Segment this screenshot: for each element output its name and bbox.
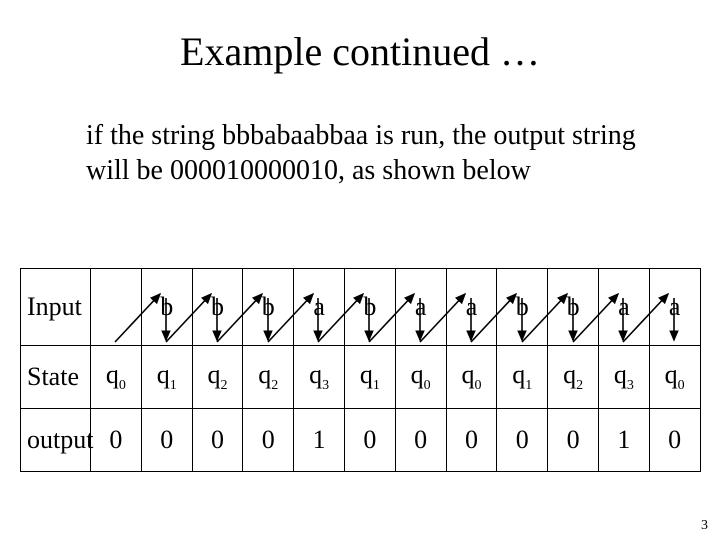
cell-state-4: q3 bbox=[294, 346, 345, 409]
slide-body-text: if the string bbbabaabbaa is run, the ou… bbox=[86, 118, 646, 188]
page-number: 3 bbox=[701, 518, 708, 534]
cell-output-2: 0 bbox=[192, 409, 243, 472]
cell-output-4: 1 bbox=[294, 409, 345, 472]
cell-output-7: 0 bbox=[446, 409, 497, 472]
cell-input-10: a bbox=[598, 269, 649, 346]
cell-output-5: 0 bbox=[344, 409, 395, 472]
cell-input-9: b bbox=[548, 269, 599, 346]
cell-input-5: b bbox=[344, 269, 395, 346]
cell-input-7: a bbox=[446, 269, 497, 346]
trace-table: Input b b b a b a a b b a a State q0 q1 … bbox=[20, 268, 701, 472]
cell-input-8: b bbox=[497, 269, 548, 346]
cell-state-2: q2 bbox=[192, 346, 243, 409]
cell-state-5: q1 bbox=[344, 346, 395, 409]
cell-input-11: a bbox=[649, 269, 700, 346]
cell-output-3: 0 bbox=[243, 409, 294, 472]
row-label-input: Input bbox=[21, 269, 91, 346]
cell-output-1: 0 bbox=[141, 409, 192, 472]
cell-input-2: b bbox=[192, 269, 243, 346]
cell-state-1: q1 bbox=[141, 346, 192, 409]
cell-output-6: 0 bbox=[395, 409, 446, 472]
cell-input-0 bbox=[91, 269, 142, 346]
cell-state-3: q2 bbox=[243, 346, 294, 409]
cell-state-11: q0 bbox=[649, 346, 700, 409]
cell-input-6: a bbox=[395, 269, 446, 346]
table-row-state: State q0 q1 q2 q2 q3 q1 q0 q0 q1 q2 q3 q… bbox=[21, 346, 701, 409]
cell-output-11: 0 bbox=[649, 409, 700, 472]
cell-state-10: q3 bbox=[598, 346, 649, 409]
row-label-output: output bbox=[21, 409, 91, 472]
cell-state-9: q2 bbox=[548, 346, 599, 409]
cell-state-0: q0 bbox=[91, 346, 142, 409]
cell-input-3: b bbox=[243, 269, 294, 346]
cell-output-9: 0 bbox=[548, 409, 599, 472]
cell-output-10: 1 bbox=[598, 409, 649, 472]
row-label-state: State bbox=[21, 346, 91, 409]
table-row-input: Input b b b a b a a b b a a bbox=[21, 269, 701, 346]
table-row-output: output 0 0 0 0 1 0 0 0 0 0 1 0 bbox=[21, 409, 701, 472]
slide-title: Example continued … bbox=[0, 28, 720, 75]
cell-output-8: 0 bbox=[497, 409, 548, 472]
cell-output-0: 0 bbox=[91, 409, 142, 472]
cell-state-8: q1 bbox=[497, 346, 548, 409]
cell-input-1: b bbox=[141, 269, 192, 346]
cell-state-6: q0 bbox=[395, 346, 446, 409]
cell-input-4: a bbox=[294, 269, 345, 346]
cell-state-7: q0 bbox=[446, 346, 497, 409]
